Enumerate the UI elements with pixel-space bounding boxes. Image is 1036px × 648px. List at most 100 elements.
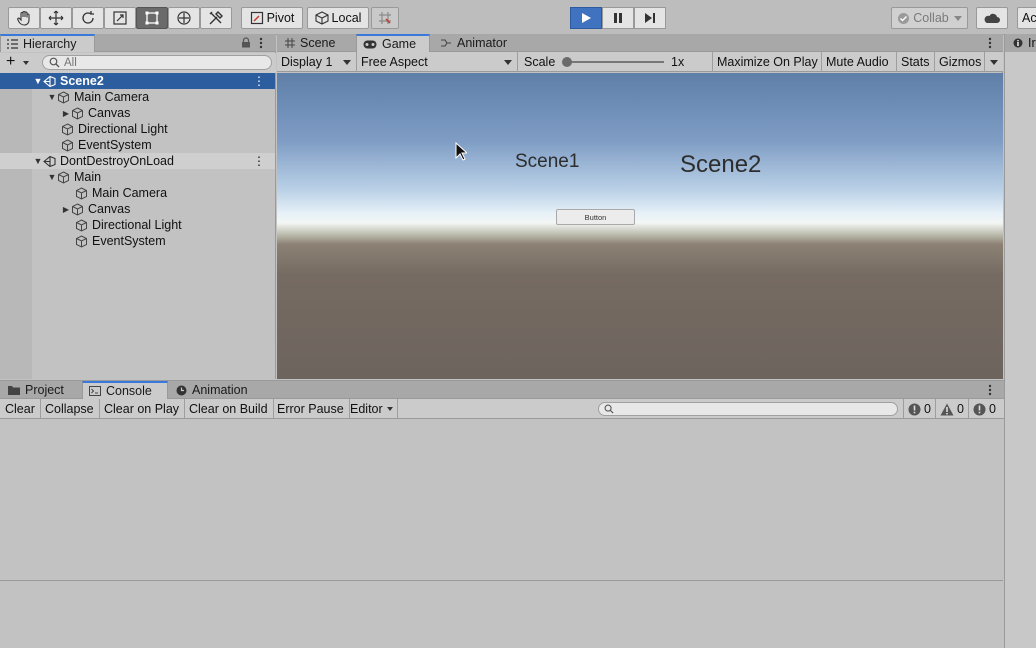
error-pause-button[interactable]: Error Pause bbox=[272, 399, 350, 419]
add-dropdown-arrow[interactable] bbox=[23, 61, 29, 65]
account-button[interactable]: Ac bbox=[1017, 7, 1036, 29]
tree-item[interactable]: EventSystem bbox=[0, 233, 275, 249]
console-log-list[interactable] bbox=[0, 420, 1003, 580]
pause-button[interactable] bbox=[602, 7, 634, 29]
tree-item[interactable]: ▼ Main bbox=[0, 169, 275, 185]
row-menu-icon[interactable]: ⋮ bbox=[253, 153, 265, 169]
warning-count-toggle[interactable]: 0 bbox=[935, 399, 968, 419]
console-panel-menu-icon[interactable] bbox=[988, 384, 992, 396]
expand-arrow[interactable]: ▼ bbox=[33, 156, 43, 166]
lock-icon[interactable] bbox=[241, 37, 251, 48]
panel-menu-icon[interactable] bbox=[259, 37, 263, 49]
tree-item[interactable]: ▶ Canvas bbox=[0, 201, 275, 217]
collapse-arrow[interactable]: ▶ bbox=[61, 109, 71, 118]
rotate-tool-button[interactable] bbox=[72, 7, 104, 29]
collapse-arrow[interactable]: ▶ bbox=[61, 205, 71, 214]
add-button[interactable]: + bbox=[6, 54, 15, 70]
gizmos-toggle[interactable]: Gizmos bbox=[935, 52, 985, 72]
gizmos-dropdown[interactable] bbox=[985, 52, 1003, 72]
custom-tool-button[interactable] bbox=[200, 7, 232, 29]
scale-slider-track[interactable] bbox=[566, 61, 664, 63]
play-icon bbox=[582, 13, 591, 23]
hierarchy-search[interactable] bbox=[42, 55, 272, 70]
scene-row-scene2[interactable]: ▼ Scene2 ⋮ bbox=[0, 73, 275, 89]
move-tool-button[interactable] bbox=[40, 7, 72, 29]
hierarchy-search-input[interactable] bbox=[64, 56, 254, 69]
row-label: Scene2 bbox=[60, 74, 104, 88]
cloud-button[interactable] bbox=[976, 7, 1008, 29]
gameobject-cube-icon bbox=[72, 202, 83, 216]
local-cube-icon bbox=[314, 11, 329, 25]
clear-on-play-button[interactable]: Clear on Play bbox=[99, 399, 186, 419]
hierarchy-tabbar: Hierarchy bbox=[0, 34, 276, 52]
tab-label: Game bbox=[382, 37, 417, 51]
game-viewport[interactable]: Scene1 Scene2 Button bbox=[277, 73, 1003, 379]
tree-item[interactable]: Directional Light bbox=[0, 217, 275, 233]
move-icon bbox=[48, 10, 64, 26]
tab-animator[interactable]: Animator bbox=[434, 34, 524, 52]
tree-item[interactable]: ▼ Main Camera bbox=[0, 89, 275, 105]
tab-game[interactable]: Game bbox=[356, 34, 430, 52]
expand-arrow[interactable]: ▼ bbox=[33, 76, 43, 86]
collab-label: Collab bbox=[913, 11, 949, 25]
expand-arrow[interactable]: ▼ bbox=[47, 172, 57, 182]
tab-label: Animator bbox=[457, 36, 508, 50]
pause-icon bbox=[614, 13, 622, 23]
scale-value: 1x bbox=[671, 55, 685, 69]
transform-tool-button[interactable] bbox=[168, 7, 200, 29]
hand-tool-button[interactable] bbox=[8, 7, 40, 29]
console-detail-area bbox=[0, 581, 1003, 648]
scale-tool-button[interactable] bbox=[104, 7, 136, 29]
tree-item[interactable]: EventSystem bbox=[0, 137, 275, 153]
tab-scene[interactable]: Scene bbox=[279, 34, 355, 52]
error-count-toggle[interactable]: 0 bbox=[968, 399, 1002, 419]
scene-row-dontdestroyonload[interactable]: ▼ DontDestroyOnLoad ⋮ bbox=[0, 153, 275, 169]
console-icon bbox=[89, 386, 101, 396]
tab-animation[interactable]: Animation bbox=[170, 381, 260, 399]
console-search[interactable] bbox=[598, 402, 898, 416]
unity-scene-icon bbox=[43, 155, 56, 167]
tab-inspector[interactable]: Ir bbox=[1005, 34, 1036, 52]
clear-button[interactable]: Clear bbox=[0, 399, 41, 419]
dropdown-arrow bbox=[343, 60, 351, 65]
play-button[interactable] bbox=[570, 7, 602, 29]
expand-arrow[interactable]: ▼ bbox=[47, 92, 57, 102]
tree-item[interactable]: Main Camera bbox=[0, 185, 275, 201]
display-dropdown[interactable]: Display 1 bbox=[277, 52, 357, 72]
game-ui-button[interactable]: Button bbox=[556, 209, 635, 225]
clear-on-build-button[interactable]: Clear on Build bbox=[184, 399, 274, 419]
stats-toggle[interactable]: Stats bbox=[897, 52, 935, 72]
hierarchy-tree: ▼ Scene2 ⋮ ▼ Main Camera ▶ Canvas Direct… bbox=[0, 73, 275, 379]
transform-icon bbox=[177, 11, 191, 25]
dropdown-arrow bbox=[504, 60, 512, 65]
editor-dropdown[interactable]: Editor bbox=[345, 399, 398, 419]
step-button[interactable] bbox=[634, 7, 666, 29]
tree-item[interactable]: Directional Light bbox=[0, 121, 275, 137]
gameobject-cube-icon bbox=[62, 138, 73, 152]
maximize-label: Maximize On Play bbox=[717, 55, 818, 69]
aspect-dropdown[interactable]: Free Aspect bbox=[357, 52, 518, 72]
rect-tool-button[interactable] bbox=[136, 7, 168, 29]
list-icon bbox=[7, 39, 18, 49]
tab-console[interactable]: Console bbox=[82, 381, 168, 399]
log-count-toggle[interactable]: 0 bbox=[903, 399, 935, 419]
snap-button[interactable] bbox=[371, 7, 399, 29]
collapse-button[interactable]: Collapse bbox=[40, 399, 100, 419]
row-label: Canvas bbox=[88, 202, 131, 216]
game-panel-menu-icon[interactable] bbox=[988, 37, 992, 49]
pivot-toggle[interactable]: Pivot bbox=[241, 7, 303, 29]
scale-slider-handle[interactable] bbox=[562, 57, 572, 67]
local-toggle[interactable]: Local bbox=[307, 7, 369, 29]
rotate-icon bbox=[82, 11, 94, 24]
tab-hierarchy[interactable]: Hierarchy bbox=[0, 34, 95, 52]
mute-audio-toggle[interactable]: Mute Audio bbox=[822, 52, 897, 72]
dropdown-arrow bbox=[386, 407, 393, 411]
maximize-on-play-toggle[interactable]: Maximize On Play bbox=[713, 52, 822, 72]
tab-project[interactable]: Project bbox=[2, 381, 80, 399]
scale-slider-group: Scale 1x bbox=[518, 52, 713, 72]
tree-item[interactable]: ▶ Canvas bbox=[0, 105, 275, 121]
editor-label: Editor bbox=[350, 402, 383, 416]
row-menu-icon[interactable]: ⋮ bbox=[253, 73, 265, 89]
collab-button[interactable]: Collab bbox=[891, 7, 968, 29]
row-label: DontDestroyOnLoad bbox=[60, 154, 174, 168]
